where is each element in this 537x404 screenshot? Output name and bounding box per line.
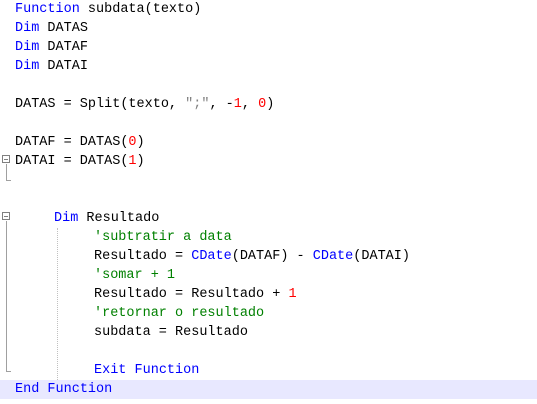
code-token-kw: CDate [191,249,232,264]
code-token-num: 1 [233,97,242,112]
code-token-txt: , [241,97,259,112]
code-token-txt: ) [136,154,145,169]
code-token-txt: DATAS = Split(texto, [15,97,186,112]
code-token-num: 0 [258,97,267,112]
code-line-text: 'retornar o resultado [94,304,264,323]
code-token-txt: Resultado = Resultado + [94,287,289,302]
code-line-text: DATAS = Split(texto, ";", -1, 0) [15,95,274,114]
code-line-text: Resultado = Resultado + 1 [94,285,297,304]
code-line[interactable]: DATAI = DATAS(1) [0,152,537,171]
code-token-com: 'retornar o resultado [94,306,265,321]
code-line-text: Dim DATAF [15,38,88,57]
code-line-text: DATAF = DATAS(0) [15,133,145,152]
code-token-txt: (DATAI) [353,249,410,264]
code-token-kw: CDate [312,249,354,264]
code-token-num: 0 [128,135,137,150]
code-line[interactable]: DATAS = Split(texto, ";", -1, 0) [0,95,537,114]
code-token-txt: (DATAF) - [231,249,313,264]
code-token-kw: Dim [15,59,40,74]
code-line[interactable]: 'retornar o resultado [0,304,537,323]
code-line[interactable]: Dim DATAS [0,19,537,38]
code-token-com: 'subtratir a data [94,230,232,245]
code-token-txt: Resultado [78,211,160,226]
code-line-text: DATAI = DATAS(1) [15,152,145,171]
code-line[interactable] [0,342,537,361]
code-token-txt: ) [266,97,275,112]
code-line-text: Dim Resultado [54,209,159,228]
code-token-kw: Dim [15,40,40,55]
code-token-txt: subdata(texto) [79,2,202,17]
code-line[interactable]: End Function [0,380,537,399]
code-token-txt: DATAS [39,21,88,36]
code-line-text: Exit Function [94,361,199,380]
code-token-txt: , - [209,97,234,112]
code-line[interactable]: subdata = Resultado [0,323,537,342]
code-token-txt: Resultado = [94,249,192,264]
code-line[interactable]: Exit Function [0,361,537,380]
code-line[interactable]: Resultado = CDate(DATAF) - CDate(DATAI) [0,247,537,266]
code-line[interactable]: Function subdata(texto) [0,0,537,19]
code-line-text: subdata = Resultado [94,323,248,342]
code-token-kw: Function [15,2,80,17]
code-line[interactable]: 'somar + 1 [0,266,537,285]
code-line[interactable] [0,171,537,190]
code-line[interactable]: Dim Resultado [0,209,537,228]
code-line[interactable] [0,114,537,133]
code-line[interactable]: Dim DATAI [0,57,537,76]
code-line-text: 'somar + 1 [94,266,175,285]
code-token-num: 1 [128,154,137,169]
code-token-kw: Function [134,363,200,378]
code-token-txt: subdata = Resultado [94,325,248,340]
code-token-txt: DATAI [39,59,88,74]
code-line[interactable] [0,190,537,209]
code-line-text: 'subtratir a data [94,228,232,247]
code-token-txt: DATAI = DATAS( [15,154,129,169]
code-line[interactable]: 'subtratir a data [0,228,537,247]
code-token-kw: End [15,382,40,397]
code-token-kw: Function [47,382,113,397]
code-token-num: 1 [288,287,297,302]
code-token-com: 'somar + 1 [94,268,176,283]
code-line[interactable] [0,76,537,95]
code-token-kw: Exit [94,363,127,378]
code-line[interactable]: Dim DATAF [0,38,537,57]
code-line-text: Function subdata(texto) [15,0,201,19]
code-token-kw: Dim [54,211,79,226]
code-line-text: End Function [15,380,112,399]
code-line-text: Resultado = CDate(DATAF) - CDate(DATAI) [94,247,410,266]
code-line[interactable]: Resultado = Resultado + 1 [0,285,537,304]
code-line[interactable]: DATAF = DATAS(0) [0,133,537,152]
code-token-txt: DATAF [39,40,88,55]
code-line-text: Dim DATAI [15,57,88,76]
code-editor[interactable]: Function subdata(texto) Dim DATAS Dim DATA… [0,0,537,404]
code-line-text: Dim DATAS [15,19,88,38]
code-token-txt: DATAF = DATAS( [15,135,129,150]
code-token-kw: Dim [15,21,40,36]
code-token-txt: ) [136,135,145,150]
code-token-str: ";" [185,97,210,112]
